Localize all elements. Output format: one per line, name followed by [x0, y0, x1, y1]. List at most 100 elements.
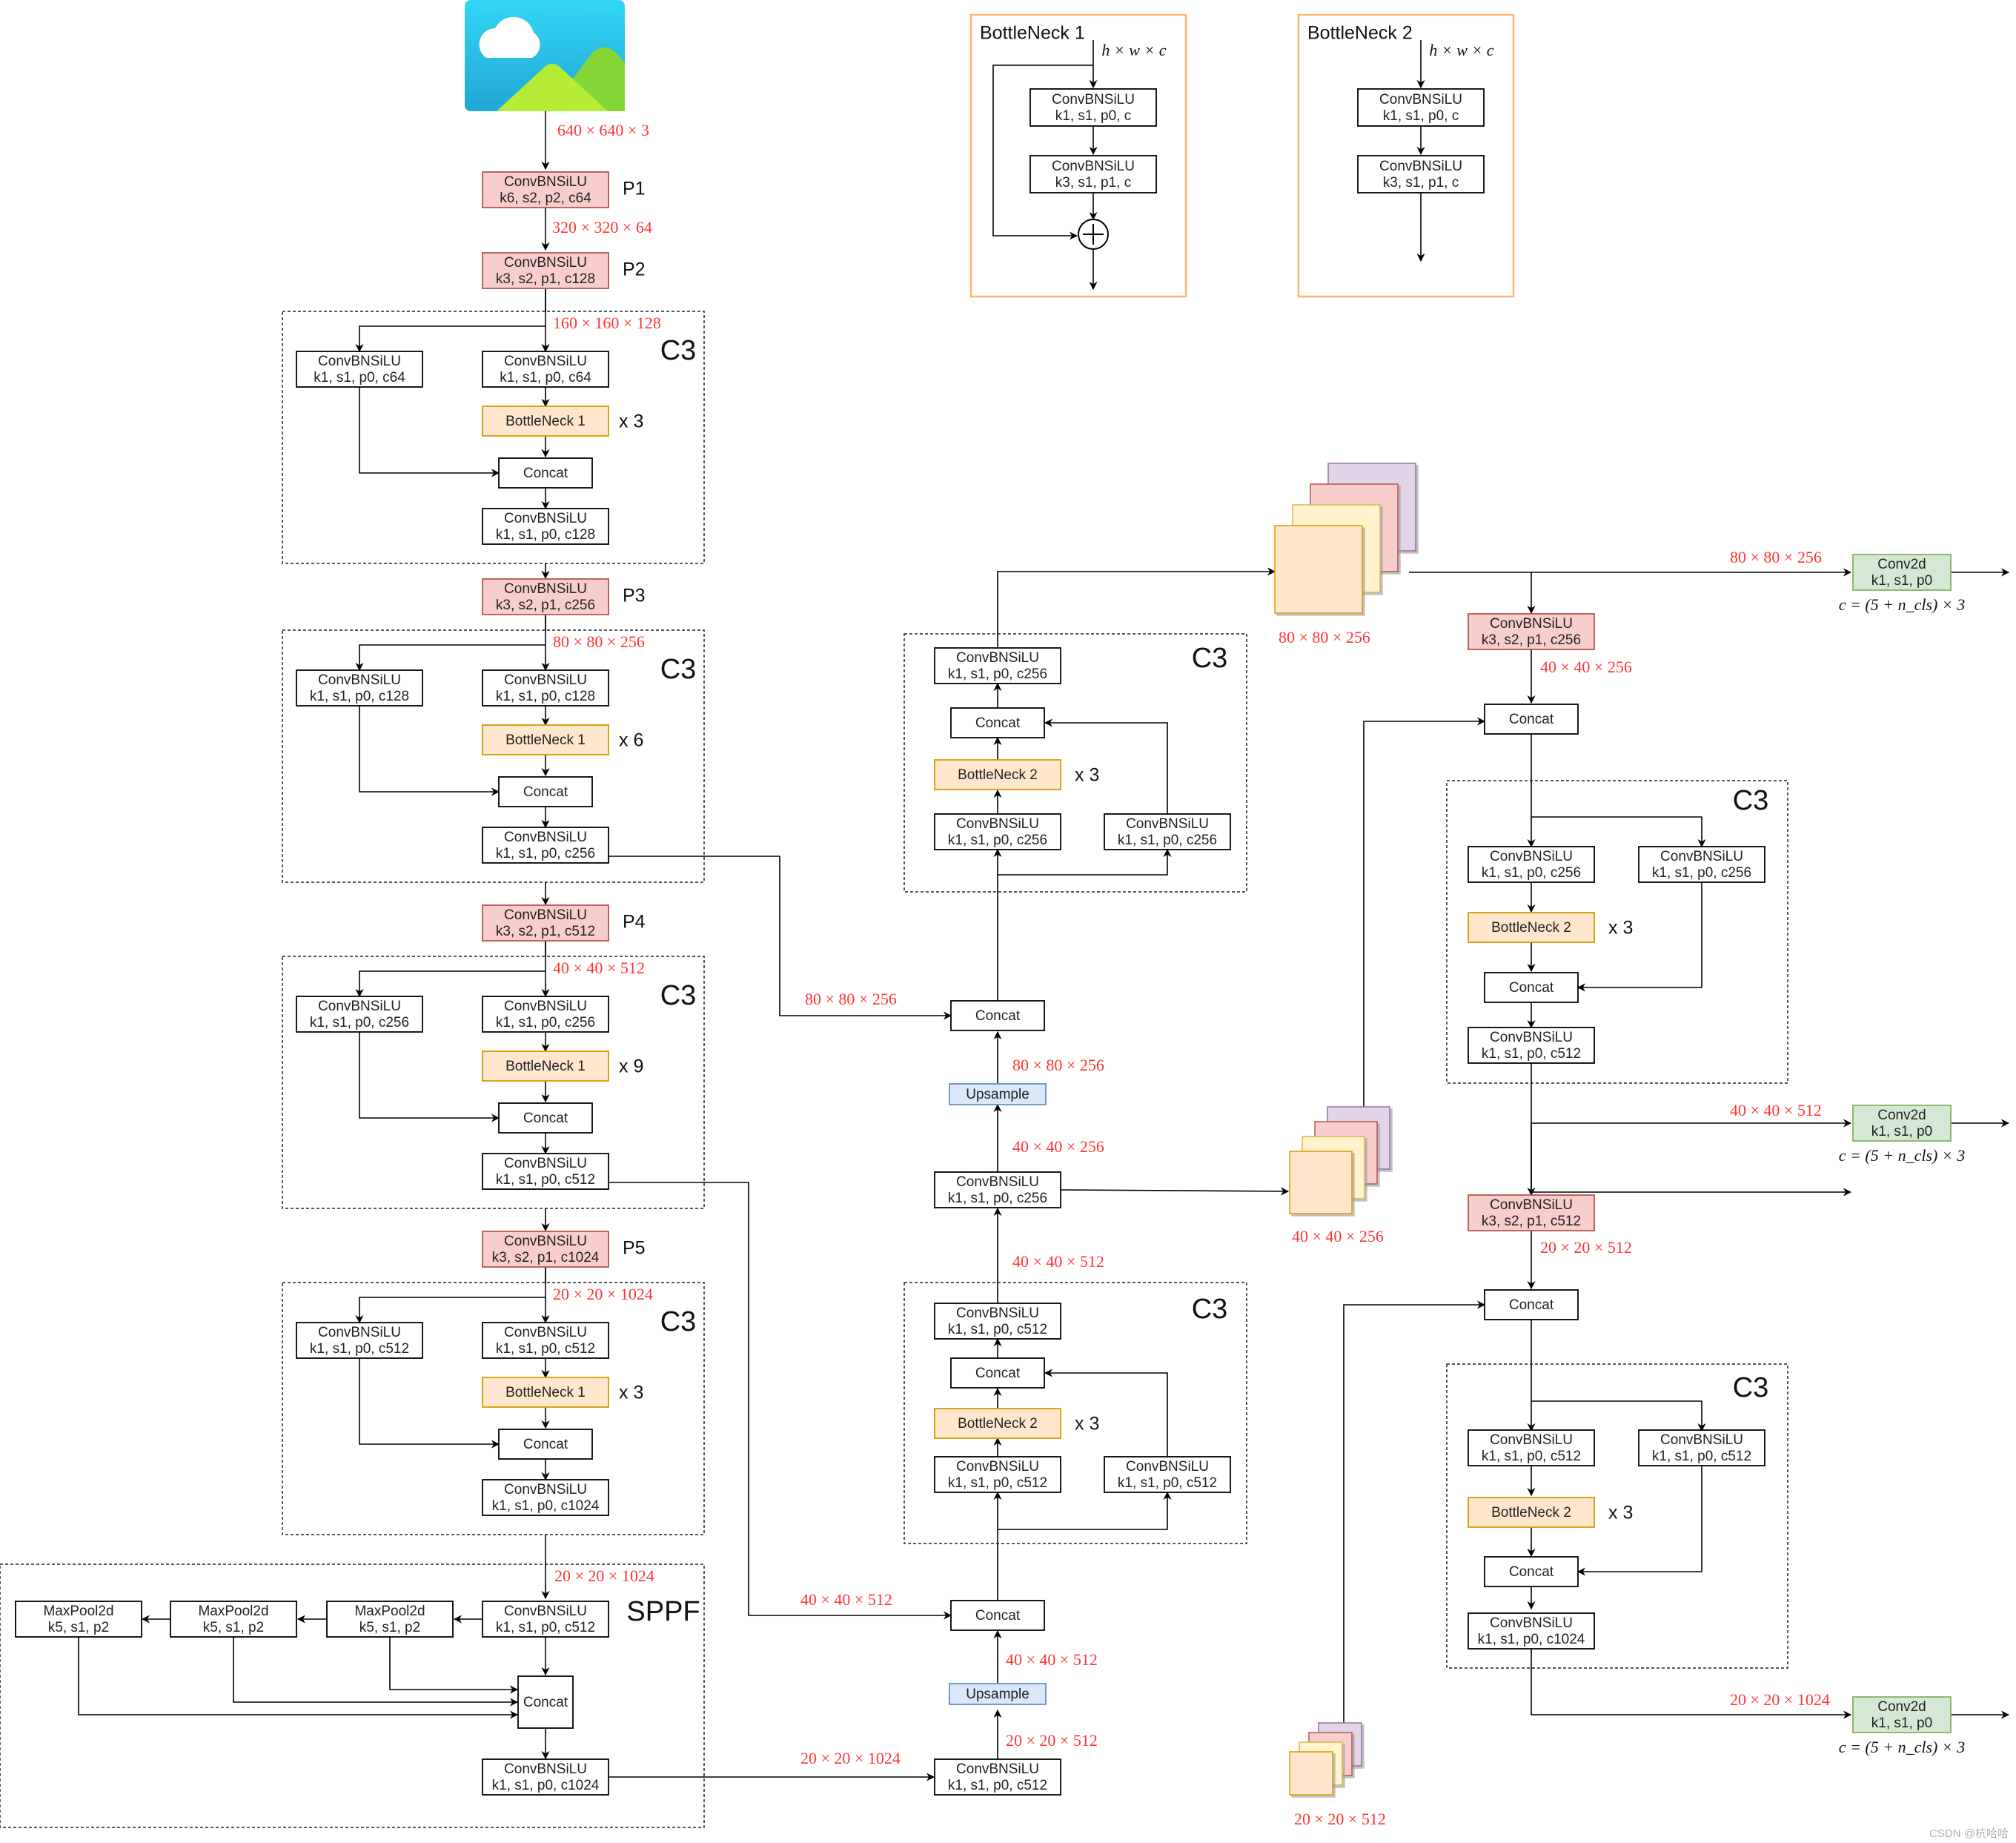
neck-c3e-concat[interactable]: Concat: [950, 1357, 1045, 1389]
c3c-concat[interactable]: Concat: [498, 1102, 593, 1134]
legend-bn1-conv1[interactable]: ConvBNSiLUk1, s1, p0, c: [1029, 88, 1157, 127]
feature-map-80: [1274, 463, 1416, 614]
p3-tag: P3: [623, 586, 646, 606]
c3a-right-conv-params: k1, s1, p0, c64: [500, 370, 591, 386]
p1-conv[interactable]: ConvBNSiLUk6, s2, p2, c64: [482, 171, 609, 208]
p3-conv[interactable]: ConvBNSiLUk3, s2, p1, c256: [482, 578, 609, 615]
p5-conv[interactable]: ConvBNSiLUk3, s2, p1, c1024: [482, 1231, 609, 1268]
connector: [389, 1637, 519, 1694]
legend-bn2-title: BottleNeck 2: [1307, 23, 1413, 44]
neck-c3e-bottleneck[interactable]: BottleNeck 2: [934, 1408, 1061, 1439]
upsample-2-label: Upsample: [966, 1087, 1029, 1102]
neck-c3f-out-conv[interactable]: ConvBNSiLUk1, s1, p0, c256: [934, 647, 1061, 684]
c3c-right-conv[interactable]: ConvBNSiLUk1, s1, p0, c256: [482, 996, 609, 1033]
c3a-concat[interactable]: Concat: [498, 457, 593, 489]
c3a-out-conv[interactable]: ConvBNSiLUk1, s1, p0, c128: [482, 508, 609, 545]
input-dim-label: 640 × 640 × 3: [557, 121, 649, 139]
c3a-left-conv[interactable]: ConvBNSiLUk1, s1, p0, c64: [296, 351, 423, 388]
pan-c3g-concat[interactable]: Concat: [1484, 972, 1579, 1003]
pan-c3h-left-conv[interactable]: ConvBNSiLUk1, s1, p0, c512: [1468, 1429, 1595, 1466]
sppf-maxpool-1[interactable]: MaxPool2dk5, s1, p2: [326, 1601, 454, 1638]
pan-down2-conv[interactable]: ConvBNSiLUk3, s2, p1, c512: [1468, 1194, 1595, 1231]
p2-tag: P2: [623, 259, 646, 280]
connector: [1044, 1369, 1168, 1457]
sppf-conv1[interactable]: ConvBNSiLUk1, s1, p0, c512: [482, 1601, 609, 1638]
c3c-right-conv-title: ConvBNSiLU: [504, 999, 587, 1014]
head-1-conv2d[interactable]: Conv2dk1, s1, p0: [1852, 554, 1952, 591]
sppf-maxpool-2[interactable]: MaxPool2dk5, s1, p2: [170, 1601, 297, 1638]
head-1-in-dim: 80 × 80 × 256: [1730, 548, 1822, 566]
neck-conv40[interactable]: ConvBNSiLUk1, s1, p0, c256: [934, 1171, 1061, 1208]
c3a-right-conv[interactable]: ConvBNSiLUk1, s1, p0, c64: [482, 351, 609, 388]
pan-c3h-bottleneck[interactable]: BottleNeck 2: [1468, 1497, 1595, 1528]
neck-concat-2[interactable]: Concat: [950, 1000, 1045, 1031]
neck-c3f-right-conv[interactable]: ConvBNSiLUk1, s1, p0, c256: [1104, 813, 1231, 850]
pan-c3g-left-conv[interactable]: ConvBNSiLUk1, s1, p0, c256: [1468, 846, 1595, 883]
c3c-out-conv[interactable]: ConvBNSiLUk1, s1, p0, c512: [482, 1153, 609, 1190]
pan-c3g-bottleneck[interactable]: BottleNeck 2: [1468, 912, 1595, 943]
head-2-conv2d-params: k1, s1, p0: [1871, 1124, 1932, 1139]
p2-conv[interactable]: ConvBNSiLUk3, s2, p1, c128: [482, 252, 609, 289]
c3c-repeat: x 9: [619, 1056, 643, 1077]
c3b-concat[interactable]: Concat: [498, 776, 593, 807]
connector: [355, 970, 546, 998]
pan-c3g-left-conv-params: k1, s1, p0, c256: [1482, 865, 1581, 881]
sppf-conv2[interactable]: ConvBNSiLUk1, s1, p0, c1024: [482, 1758, 609, 1796]
pan-concat-2[interactable]: Concat: [1484, 1289, 1579, 1320]
legend-bn1-title: BottleNeck 1: [980, 23, 1085, 44]
pan-c3g-out-conv[interactable]: ConvBNSiLUk1, s1, p0, c512: [1468, 1027, 1595, 1064]
legend-bn2-conv2[interactable]: ConvBNSiLUk3, s1, p1, c: [1357, 155, 1485, 193]
pan-down1-conv[interactable]: ConvBNSiLUk3, s2, p1, c256: [1468, 613, 1595, 650]
c3b-bottleneck[interactable]: BottleNeck 1: [482, 724, 609, 755]
neck-c3e-out-conv[interactable]: ConvBNSiLUk1, s1, p0, c512: [934, 1303, 1061, 1340]
c3b-left-conv[interactable]: ConvBNSiLUk1, s1, p0, c128: [296, 669, 423, 707]
sppf-concat[interactable]: Concat: [517, 1675, 574, 1729]
pan-c3h-out-conv[interactable]: ConvBNSiLUk1, s1, p0, c1024: [1468, 1612, 1595, 1650]
pan-c3h-right-conv[interactable]: ConvBNSiLUk1, s1, p0, c512: [1638, 1429, 1765, 1466]
head-3-conv2d[interactable]: Conv2dk1, s1, p0: [1852, 1696, 1952, 1733]
neck-c3f-bottleneck[interactable]: BottleNeck 2: [934, 759, 1061, 790]
c3c-bottleneck[interactable]: BottleNeck 1: [482, 1050, 609, 1082]
neck-c3f-bottleneck-label: BottleNeck 2: [958, 767, 1038, 783]
connector: [359, 1032, 500, 1122]
c3c-out-conv-params: k1, s1, p0, c512: [496, 1172, 595, 1188]
sppf-conv1-title: ConvBNSiLU: [504, 1604, 587, 1619]
p5-out-dim: 20 × 20 × 1024: [553, 1285, 653, 1303]
neck-c3f-left-conv[interactable]: ConvBNSiLUk1, s1, p0, c256: [934, 813, 1061, 850]
upsample-1[interactable]: Upsample: [949, 1683, 1047, 1705]
c3d-bottleneck[interactable]: BottleNeck 1: [482, 1377, 609, 1408]
connector: [359, 387, 500, 477]
c3b-out-conv[interactable]: ConvBNSiLUk1, s1, p0, c256: [482, 827, 609, 864]
pan-c3g-right-conv[interactable]: ConvBNSiLUk1, s1, p0, c256: [1638, 846, 1765, 883]
c3a-left-conv-params: k1, s1, p0, c64: [314, 370, 405, 386]
neck-concat-1[interactable]: Concat: [950, 1600, 1045, 1631]
pan-concat-1[interactable]: Concat: [1484, 704, 1579, 735]
head-2-conv2d[interactable]: Conv2dk1, s1, p0: [1852, 1105, 1952, 1142]
c3d-left-conv-params: k1, s1, p0, c512: [310, 1341, 409, 1357]
p4-conv-title: ConvBNSiLU: [504, 907, 587, 923]
c3d-concat[interactable]: Concat: [498, 1429, 593, 1460]
neck-c3e-concat-label: Concat: [975, 1366, 1021, 1381]
c3c-title: C3: [660, 980, 697, 1011]
sppf-maxpool-3[interactable]: MaxPool2dk5, s1, p2: [15, 1601, 142, 1638]
pan-down1-conv-title: ConvBNSiLU: [1490, 616, 1573, 632]
neck-c3e-repeat: x 3: [1075, 1414, 1099, 1435]
legend-bn2-conv1[interactable]: ConvBNSiLUk1, s1, p0, c: [1357, 88, 1485, 127]
c3c-left-conv[interactable]: ConvBNSiLUk1, s1, p0, c256: [296, 996, 423, 1033]
pan-concat-1-label: Concat: [1509, 712, 1554, 727]
c3a-bottleneck[interactable]: BottleNeck 1: [482, 406, 609, 437]
c3d-left-conv[interactable]: ConvBNSiLUk1, s1, p0, c512: [296, 1322, 423, 1359]
neck-c3e-left-conv[interactable]: ConvBNSiLUk1, s1, p0, c512: [934, 1456, 1061, 1493]
legend-bn1-conv2[interactable]: ConvBNSiLUk3, s1, p1, c: [1029, 155, 1157, 193]
edges-layer: [0, 40, 2010, 1828]
upsample-2[interactable]: Upsample: [949, 1083, 1047, 1105]
neck-c3f-concat[interactable]: Concat: [950, 707, 1045, 738]
c3b-right-conv[interactable]: ConvBNSiLUk1, s1, p0, c128: [482, 669, 609, 707]
c3d-out-conv[interactable]: ConvBNSiLUk1, s1, p0, c1024: [482, 1479, 609, 1516]
head-3-formula: c = (5 + n_cls) × 3: [1839, 1738, 1965, 1756]
neck-conv20[interactable]: ConvBNSiLUk1, s1, p0, c512: [934, 1758, 1061, 1796]
c3d-right-conv[interactable]: ConvBNSiLUk1, s1, p0, c512: [482, 1322, 609, 1359]
neck-c3e-right-conv[interactable]: ConvBNSiLUk1, s1, p0, c512: [1104, 1456, 1231, 1493]
p4-conv[interactable]: ConvBNSiLUk3, s2, p1, c512: [482, 904, 609, 942]
pan-c3h-concat[interactable]: Concat: [1484, 1556, 1579, 1587]
